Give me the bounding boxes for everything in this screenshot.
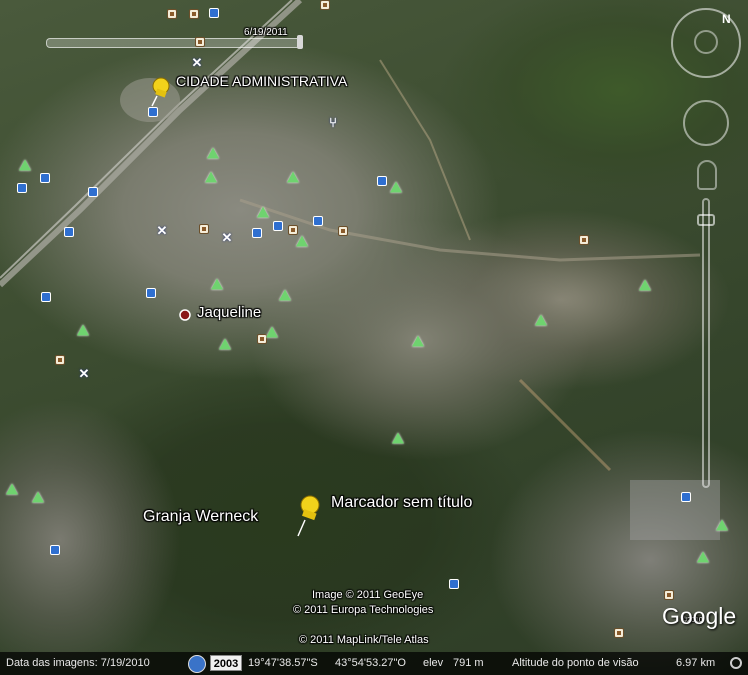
- historical-imagery-clock-icon[interactable]: [188, 655, 206, 673]
- elevation-label: elev: [423, 657, 444, 669]
- elevation-value: 791 m: [453, 657, 484, 669]
- label-jaqueline[interactable]: Jaqueline: [197, 304, 261, 321]
- pushpin-icon[interactable]: [297, 495, 320, 537]
- move-joystick-icon[interactable]: [683, 100, 729, 146]
- zoom-slider[interactable]: [702, 198, 710, 488]
- zoom-slider-handle[interactable]: [697, 214, 715, 226]
- latitude: 19°47'38.57"S: [248, 657, 318, 669]
- credit-europa: © 2011 Europa Technologies: [293, 604, 434, 616]
- street-view-icon[interactable]: [697, 160, 717, 190]
- credit-maplink: © 2011 MapLink/Tele Atlas: [299, 634, 429, 646]
- look-joystick-icon[interactable]: [694, 30, 718, 54]
- eye-altitude-value: 6.97 km: [676, 657, 716, 669]
- longitude: 43°54'53.27"O: [335, 657, 406, 669]
- pin-layer: [151, 77, 320, 537]
- label-granja-werneck[interactable]: Granja Werneck: [143, 508, 258, 526]
- label-cidade-administrativa[interactable]: CIDADE ADMINISTRATIVA: [176, 73, 347, 89]
- streaming-progress-icon: [730, 657, 742, 669]
- status-bar: Data das imagens: 7/19/2010 2003 19°47'3…: [0, 652, 748, 675]
- credit-geoeye: Image © 2011 GeoEye: [312, 589, 424, 601]
- place-dot-icon[interactable]: [179, 309, 191, 321]
- eye-altitude-label: Altitude do ponto de visão: [512, 657, 639, 669]
- historical-year[interactable]: 2003: [210, 655, 242, 671]
- imagery-date: Data das imagens: 7/19/2010: [6, 657, 150, 669]
- label-marcador[interactable]: Marcador sem título: [331, 494, 472, 512]
- pushpin-icon[interactable]: [151, 77, 170, 107]
- north-icon[interactable]: N: [722, 12, 731, 26]
- google-logo: Google: [662, 603, 737, 629]
